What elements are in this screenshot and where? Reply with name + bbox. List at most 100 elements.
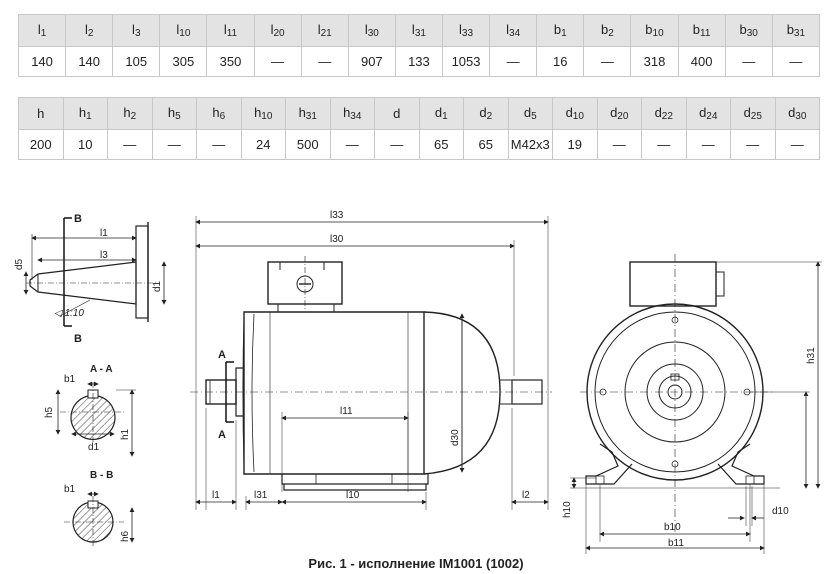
dim-label-b11: b11 bbox=[668, 538, 684, 549]
section-a-bottom-label: A bbox=[218, 429, 226, 441]
dim-label-h6: h6 bbox=[120, 530, 131, 542]
table-cell: — bbox=[107, 129, 153, 160]
dim-label-b1: b1 bbox=[64, 374, 76, 385]
table-cell: — bbox=[685, 129, 731, 160]
table-cell: — bbox=[771, 46, 821, 77]
column-header: b1 bbox=[536, 14, 585, 47]
table-cell: 19 bbox=[552, 129, 598, 160]
column-header: d10 bbox=[552, 97, 598, 130]
table-cell: 105 bbox=[112, 46, 161, 77]
table-cell: — bbox=[253, 46, 302, 77]
table-cell: 500 bbox=[285, 129, 331, 160]
taper-label: ◁ 1:10 bbox=[54, 308, 84, 319]
section-b-b: B - B b1 h6 bbox=[64, 470, 135, 548]
table-cell: — bbox=[641, 129, 687, 160]
table-cell: 305 bbox=[159, 46, 208, 77]
section-b-top-label: B bbox=[74, 213, 82, 225]
table-cell: — bbox=[329, 129, 375, 160]
table-cell: 200 bbox=[18, 129, 64, 160]
column-header: d20 bbox=[596, 97, 642, 130]
table-cell: — bbox=[374, 129, 420, 160]
dim-label-l31: l31 bbox=[254, 490, 268, 501]
shaft-detail: B B l1 l3 d5 d1 ◁ 1:10 bbox=[14, 213, 167, 345]
dim-label-h10: h10 bbox=[562, 501, 573, 518]
dim-label-d1-section: d1 bbox=[88, 442, 100, 453]
section-bb-title: B - B bbox=[90, 470, 113, 481]
column-header: l10 bbox=[159, 14, 208, 47]
column-header: l2 bbox=[65, 14, 114, 47]
section-a-a: A - A b1 h5 d1 h1 bbox=[44, 364, 136, 457]
table-cell: 16 bbox=[536, 46, 585, 77]
column-header: l31 bbox=[394, 14, 443, 47]
table-cell: 65 bbox=[463, 129, 509, 160]
column-header: d bbox=[374, 97, 420, 130]
column-header: l34 bbox=[489, 14, 538, 47]
column-header: d5 bbox=[507, 97, 553, 130]
motor-technical-drawing: B B l1 l3 d5 d1 ◁ 1:10 A - A b1 h5 d1 h1… bbox=[14, 210, 822, 554]
dim-label-l11: l11 bbox=[340, 406, 353, 417]
column-header: h6 bbox=[196, 97, 242, 130]
table-cell: 140 bbox=[17, 46, 67, 77]
table-cell: 400 bbox=[677, 46, 726, 77]
column-header: d2 bbox=[463, 97, 509, 130]
dim-label-d10: d10 bbox=[772, 506, 789, 517]
dimensions-table-1: l1 l2 l3 l10 l11 l20 l21 l30 l31 l33 l34 b1 b2 b10 b11… bbox=[17, 14, 821, 77]
table-cell: 65 bbox=[418, 129, 464, 160]
column-header: h2 bbox=[107, 97, 153, 130]
dim-label-l33: l33 bbox=[330, 210, 344, 221]
column-header: h bbox=[18, 97, 64, 130]
table-cell: — bbox=[596, 129, 642, 160]
table-cell: 350 bbox=[206, 46, 255, 77]
column-header: d30 bbox=[774, 97, 820, 130]
table-cell: 318 bbox=[630, 46, 679, 77]
table-cell: 140 bbox=[65, 46, 114, 77]
table-cell: — bbox=[730, 129, 776, 160]
motor-front-view: h31 h10 b10 b11 d10 bbox=[562, 254, 822, 554]
table-cell: 1053 bbox=[441, 46, 491, 77]
table-header-row: l1 l2 l3 l10 l11 l20 l21 l30 l31 l33 l34 b1 b2 b10 b11… bbox=[17, 14, 821, 47]
section-b-bottom-label: B bbox=[74, 333, 82, 345]
dim-label-l3: l3 bbox=[100, 250, 108, 261]
table-cell: 133 bbox=[394, 46, 443, 77]
dim-label-l30: l30 bbox=[330, 234, 344, 245]
column-header: h34 bbox=[329, 97, 375, 130]
table-cell: 907 bbox=[347, 46, 396, 77]
table-cell: — bbox=[724, 46, 773, 77]
table-cell: 24 bbox=[240, 129, 286, 160]
column-header: d1 bbox=[418, 97, 464, 130]
column-header: l11 bbox=[206, 14, 255, 47]
column-header: h1 bbox=[62, 97, 108, 130]
dim-label-l1: l1 bbox=[100, 228, 108, 239]
column-header: d24 bbox=[685, 97, 731, 130]
section-a-top-label: A bbox=[218, 349, 226, 361]
dim-label-h5: h5 bbox=[44, 406, 55, 418]
table-row: 140 140 105 305 350— —907 133 1053—16—318 400— — bbox=[17, 46, 821, 77]
dim-label-d1: d1 bbox=[152, 280, 163, 292]
column-header: h10 bbox=[240, 97, 286, 130]
column-header: b31 bbox=[771, 14, 821, 47]
column-header: b2 bbox=[583, 14, 632, 47]
column-header: l33 bbox=[441, 14, 491, 47]
table-cell: — bbox=[196, 129, 242, 160]
table-cell: 10 bbox=[62, 129, 108, 160]
table-cell: — bbox=[583, 46, 632, 77]
dim-label-d5: d5 bbox=[14, 258, 25, 270]
dim-label-b10: b10 bbox=[664, 522, 681, 533]
column-header: b30 bbox=[724, 14, 773, 47]
column-header: b11 bbox=[677, 14, 726, 47]
figure-caption: Рис. 1 - исполнение IM1001 (1002) bbox=[308, 556, 524, 571]
table-cell: — bbox=[300, 46, 349, 77]
dim-label-l1-side: l1 bbox=[212, 490, 220, 501]
column-header: l30 bbox=[347, 14, 396, 47]
dim-label-h1: h1 bbox=[120, 428, 131, 440]
section-aa-title: A - A bbox=[90, 364, 113, 375]
column-header: l1 bbox=[17, 14, 67, 47]
table-cell: — bbox=[151, 129, 197, 160]
column-header: l3 bbox=[112, 14, 161, 47]
column-header: l20 bbox=[253, 14, 302, 47]
dim-label-d30: d30 bbox=[450, 429, 461, 446]
table-cell: — bbox=[489, 46, 538, 77]
dim-label-h31: h31 bbox=[806, 347, 817, 364]
column-header: d25 bbox=[730, 97, 776, 130]
column-header: h31 bbox=[285, 97, 331, 130]
